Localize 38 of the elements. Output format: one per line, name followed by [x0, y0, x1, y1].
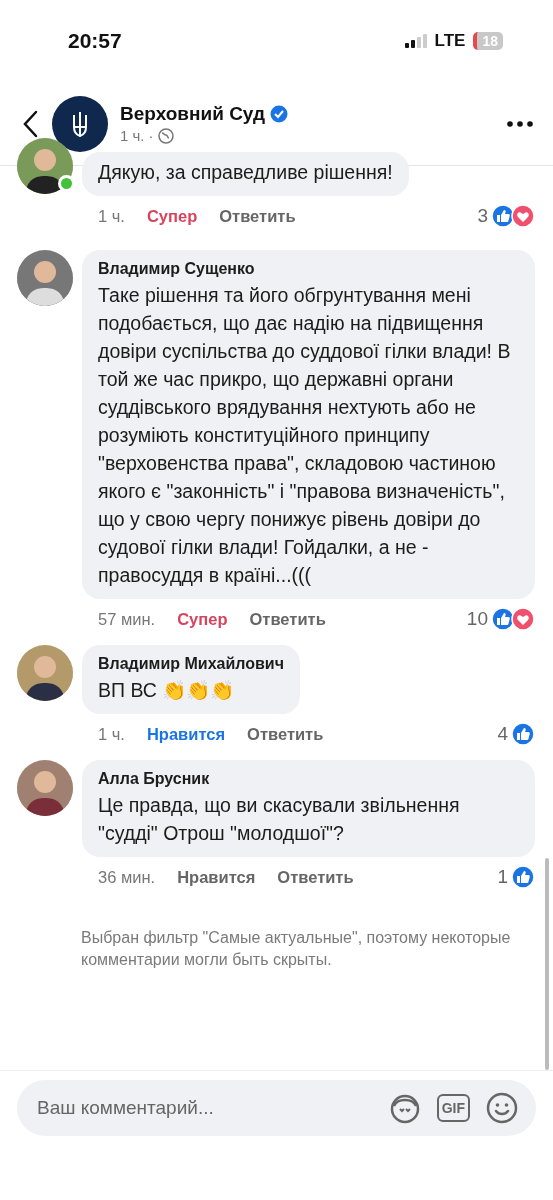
more-button[interactable]	[507, 120, 533, 127]
comment-text: ВП ВС 👏👏👏	[98, 678, 236, 703]
comment-author[interactable]: Владимир Михайлович	[98, 655, 284, 673]
post-time: 1 ч.	[120, 127, 145, 144]
comment-author[interactable]: Алла Брусник	[98, 770, 519, 788]
back-button[interactable]	[22, 109, 38, 138]
comment-field[interactable]: Ваш комментарий... GIF	[17, 1080, 536, 1136]
avatar-sticker-icon[interactable]	[388, 1092, 421, 1124]
comment-author[interactable]: Владимир Сущенко	[98, 260, 519, 278]
status-time: 20:57	[68, 29, 122, 53]
comment-text: Дякую, за справедливе рішення!	[98, 160, 393, 185]
reaction-count: 4	[497, 723, 508, 745]
reaction-count: 3	[477, 205, 488, 227]
reply-button[interactable]: Ответить	[247, 724, 324, 744]
reaction-button[interactable]: Супер	[146, 206, 198, 226]
reply-button[interactable]: Ответить	[219, 206, 296, 226]
reaction-count: 1	[497, 866, 508, 888]
comment-text: Таке рішення та його обгрунтування мені подобається, що дає надію на підвищення довіри суспільства до суддової гілки влади! В той же час прикро, що державні органи суддівського врядування нехтують або не розуміють конституційного принципу "верховенства права", складовою частиною якого є "законність" і "правова визначеність", що у свою чергу понижує рівень довіри до судової гілки влади! Гойдалки, а не - правосуддя в країні...(((	[98, 283, 512, 588]
reaction-count: 10	[466, 608, 488, 630]
reaction-button[interactable]: Нравится	[177, 867, 256, 887]
filter-note: Выбран фильтр "Самые актуальные", поэтому некоторые комментарии могли быть скрыты.	[80, 928, 512, 970]
reaction-button[interactable]: Супер	[177, 609, 228, 629]
page-title: Верховний Суд	[120, 103, 265, 125]
emblem-icon	[52, 95, 108, 152]
comment-time: 1 ч.	[98, 206, 125, 226]
separator-dot: ·	[148, 127, 154, 144]
comment-text: Це правда, що ви скасували звільнення "судді" Отрош "молодшої"?	[98, 793, 461, 846]
reaction-button[interactable]: Нравится	[146, 724, 226, 744]
network-label: LTE	[434, 31, 466, 51]
emoji-icon[interactable]	[486, 1092, 518, 1124]
comment-time: 36 мин.	[98, 867, 156, 887]
gif-button[interactable]: GIF	[436, 1094, 470, 1122]
signal-icon	[404, 34, 427, 48]
reply-button[interactable]: Ответить	[249, 609, 326, 629]
reply-button[interactable]: Ответить	[277, 867, 354, 887]
comment-time: 57 мин.	[98, 609, 156, 629]
globe-icon	[157, 127, 174, 144]
comment-time: 1 ч.	[98, 724, 125, 744]
